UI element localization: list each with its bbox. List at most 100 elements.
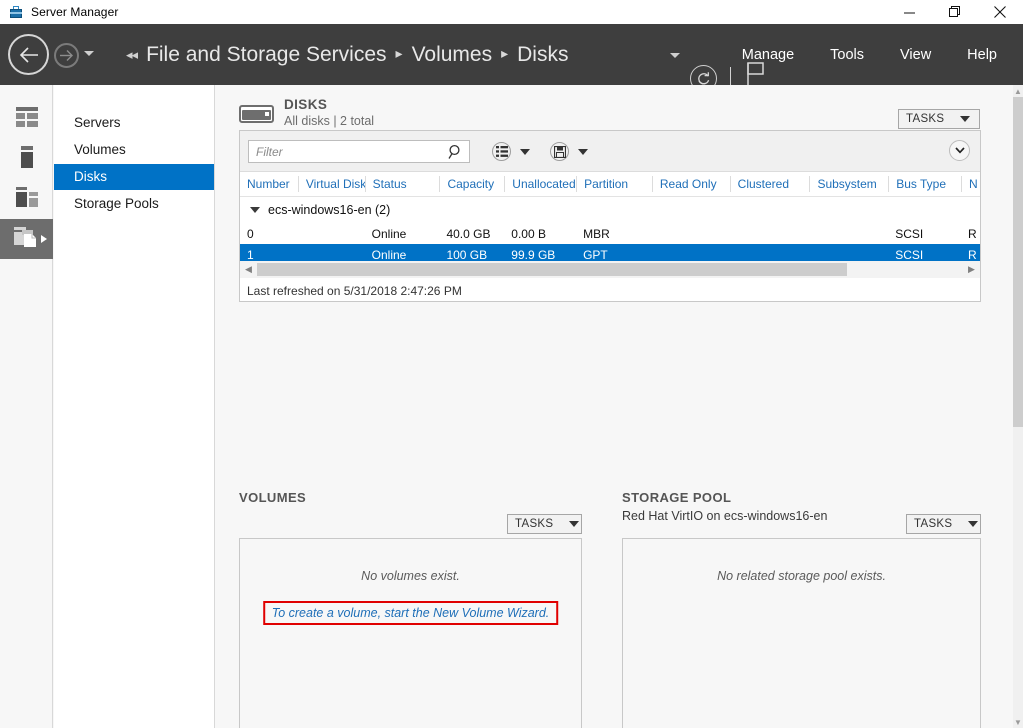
- collapse-triangle-icon[interactable]: [250, 207, 260, 213]
- maximize-button[interactable]: [932, 0, 977, 24]
- window-title: Server Manager: [31, 5, 119, 19]
- storage-pool-empty-panel: No related storage pool exists.: [622, 538, 981, 728]
- breadcrumb-item-disks[interactable]: Disks: [517, 43, 568, 67]
- nav-history-caret-icon[interactable]: [84, 51, 94, 56]
- column-header-number[interactable]: Number: [240, 176, 298, 192]
- cell-unallocated: 99.9 GB: [511, 247, 556, 262]
- breadcrumb-item-volumes[interactable]: Volumes: [412, 43, 493, 67]
- disks-grid-header: Number Virtual Disk Status Capacity Unal…: [240, 172, 980, 197]
- column-header-bus-type[interactable]: Bus Type: [888, 176, 961, 192]
- breadcrumb-separator-icon: ▸: [395, 45, 403, 61]
- sidebar-item-label: Servers: [74, 115, 121, 130]
- disk-icon: [239, 101, 274, 127]
- menu-item-view[interactable]: View: [882, 47, 949, 63]
- volumes-tasks-button[interactable]: TASKS: [507, 514, 582, 534]
- new-volume-wizard-link[interactable]: To create a volume, start the New Volume…: [262, 601, 559, 625]
- chevron-down-icon[interactable]: [520, 148, 530, 155]
- breadcrumb-separator-icon: ▸: [501, 45, 509, 61]
- scroll-up-icon[interactable]: ▲: [1013, 85, 1023, 97]
- storage-pool-section: STORAGE POOL Red Hat VirtIO on ecs-windo…: [622, 490, 981, 728]
- chevron-down-icon: [960, 116, 971, 122]
- disks-panel: Filter Number Virtual Disk Status Capaci…: [239, 130, 981, 302]
- navigation-rail: [0, 85, 53, 728]
- command-bar: ◂◂ File and Storage Services ▸ Volumes ▸…: [0, 24, 1023, 92]
- sidebar-item-disks[interactable]: Disks: [54, 164, 214, 190]
- search-icon[interactable]: [448, 144, 463, 165]
- disks-group-row[interactable]: ecs-windows16-en (2): [240, 197, 980, 223]
- disks-horizontal-scrollbar[interactable]: ◀ ▶: [240, 261, 980, 278]
- cell-number: 0: [247, 226, 254, 241]
- back-button[interactable]: [8, 34, 49, 75]
- chevron-right-icon[interactable]: [41, 235, 47, 243]
- chevron-down-icon: [569, 521, 580, 527]
- column-header-capacity[interactable]: Capacity: [439, 176, 504, 192]
- breadcrumb-collapse-icon[interactable]: ◂◂: [126, 47, 138, 63]
- cell-partition: MBR: [583, 226, 610, 241]
- content-vertical-scrollbar[interactable]: ▲ ▼: [1013, 85, 1023, 728]
- column-header-partition[interactable]: Partition: [576, 176, 652, 192]
- search-input[interactable]: Filter: [248, 140, 470, 163]
- menu-item-help[interactable]: Help: [949, 47, 1023, 63]
- rail-item-file-and-storage-services[interactable]: [0, 219, 53, 259]
- sidebar-item-storage-pools[interactable]: Storage Pools: [54, 191, 214, 217]
- disks-grid: Number Virtual Disk Status Capacity Unal…: [240, 172, 980, 265]
- cell-bus-type: SCSI: [895, 247, 924, 262]
- sidebar-item-label: Disks: [74, 169, 107, 184]
- scroll-right-icon[interactable]: ▶: [963, 261, 980, 278]
- menu-item-manage[interactable]: Manage: [724, 47, 812, 63]
- save-query-group: [550, 142, 588, 161]
- cell-name: R: [968, 226, 977, 241]
- sidebar-item-label: Volumes: [74, 142, 126, 157]
- column-header-subsystem[interactable]: Subsystem: [809, 176, 888, 192]
- all-servers-icon: [15, 186, 38, 212]
- scrollbar-thumb[interactable]: [1013, 97, 1023, 427]
- rail-item-dashboard[interactable]: [0, 99, 53, 139]
- expand-filter-button[interactable]: [949, 140, 970, 161]
- disks-tasks-button[interactable]: TASKS: [898, 109, 980, 129]
- filter-placeholder: Filter: [256, 144, 283, 159]
- column-header-virtual-disk[interactable]: Virtual Disk: [297, 176, 365, 192]
- local-server-icon: [20, 145, 33, 173]
- column-header-clustered[interactable]: Clustered: [729, 176, 810, 192]
- cell-partition: GPT: [583, 247, 608, 262]
- volumes-section: VOLUMES TASKS No volumes exist. To creat…: [239, 490, 582, 728]
- cell-unallocated: 0.00 B: [511, 226, 546, 241]
- menu-item-tools[interactable]: Tools: [812, 47, 882, 63]
- last-refreshed-label: Last refreshed on 5/31/2018 2:47:26 PM: [247, 284, 462, 298]
- content-area: DISKS All disks | 2 total TASKS Filter N…: [216, 85, 1013, 728]
- save-icon[interactable]: [550, 142, 569, 161]
- sub-navigation-pane: Servers Volumes Disks Storage Pools: [54, 85, 215, 728]
- tasks-button-label: TASKS: [914, 518, 953, 530]
- table-row[interactable]: 0 Online 40.0 GB 0.00 B MBR SCSI R: [240, 223, 980, 244]
- close-button[interactable]: [977, 0, 1023, 24]
- tasks-button-label: TASKS: [906, 113, 945, 125]
- column-header-read-only[interactable]: Read Only: [651, 176, 730, 192]
- file-storage-services-icon: [13, 226, 40, 253]
- cell-bus-type: SCSI: [895, 226, 924, 241]
- cell-status: Online: [371, 247, 407, 262]
- scroll-left-icon[interactable]: ◀: [240, 261, 257, 278]
- column-header-status[interactable]: Status: [364, 176, 440, 192]
- volumes-empty-panel: No volumes exist. To create a volume, st…: [239, 538, 582, 728]
- storage-pool-tasks-button[interactable]: TASKS: [906, 514, 981, 534]
- breadcrumb-item-file-and-storage-services[interactable]: File and Storage Services: [146, 43, 386, 67]
- list-view-icon[interactable]: [492, 142, 511, 161]
- scrollbar-thumb[interactable]: [257, 263, 847, 276]
- volumes-empty-message: No volumes exist.: [361, 569, 460, 583]
- breadcrumb-dropdown-caret-icon[interactable]: [670, 52, 680, 58]
- scroll-down-icon[interactable]: ▼: [1013, 716, 1023, 728]
- sidebar-item-volumes[interactable]: Volumes: [54, 137, 214, 163]
- minimize-button[interactable]: [887, 0, 932, 24]
- column-header-unallocated[interactable]: Unallocated: [504, 176, 576, 192]
- rail-item-all-servers[interactable]: [0, 179, 53, 219]
- forward-button[interactable]: [54, 43, 79, 68]
- sidebar-item-servers[interactable]: Servers: [54, 110, 214, 136]
- disks-filter-bar: Filter: [240, 131, 980, 172]
- cell-capacity: 40.0 GB: [446, 226, 491, 241]
- storage-pool-empty-message: No related storage pool exists.: [717, 569, 886, 583]
- column-header-name[interactable]: N: [961, 176, 980, 192]
- disks-count-subtitle: All disks | 2 total: [284, 114, 375, 128]
- chevron-down-icon[interactable]: [578, 148, 588, 155]
- view-options-group: [492, 142, 530, 161]
- rail-item-local-server[interactable]: [0, 139, 53, 179]
